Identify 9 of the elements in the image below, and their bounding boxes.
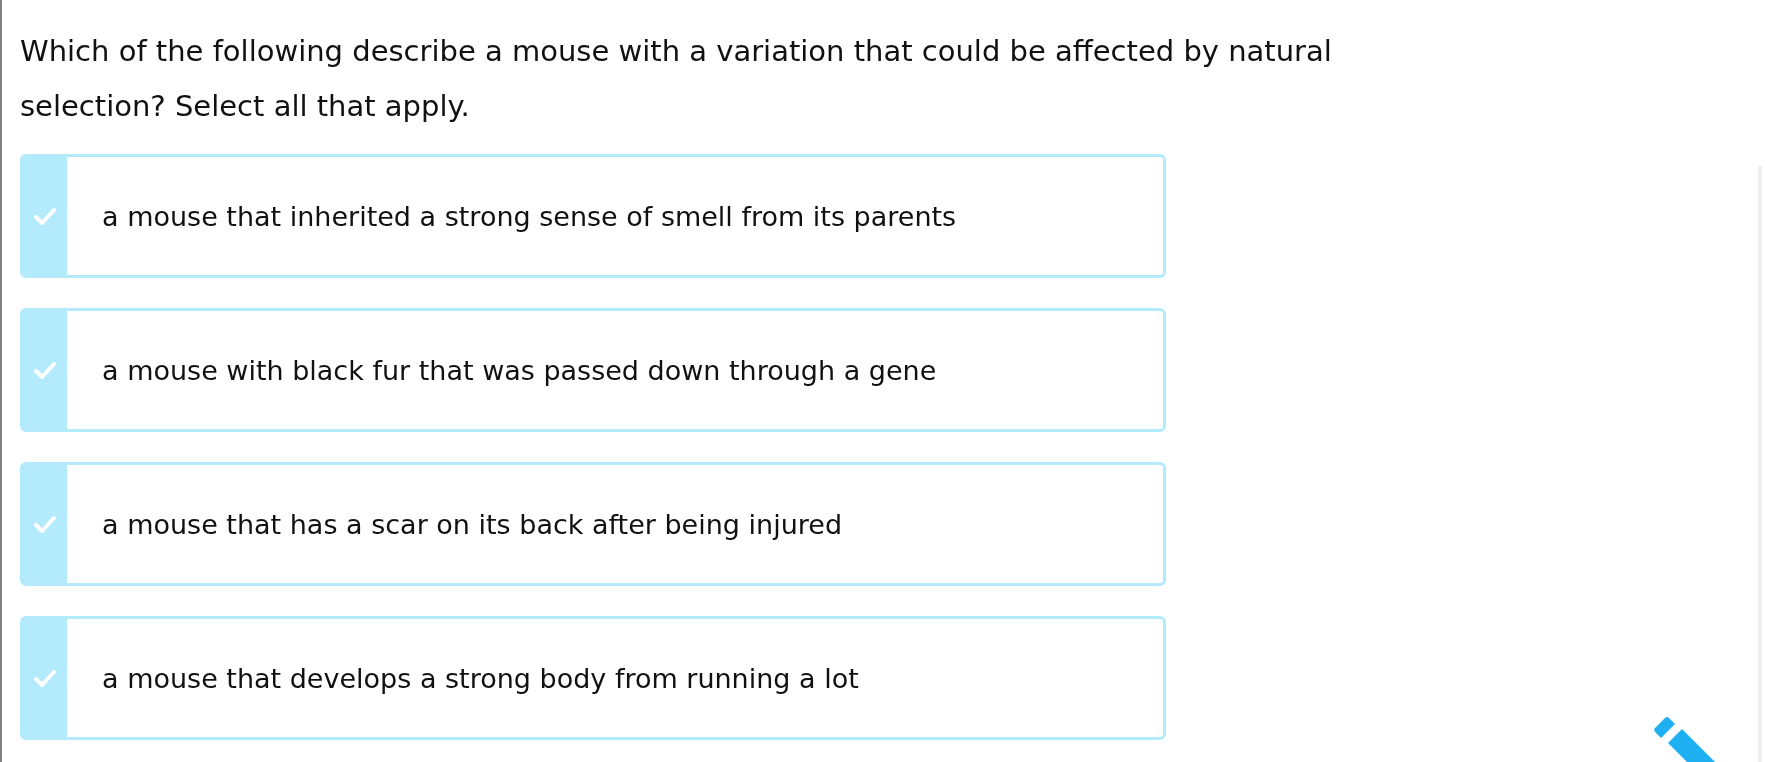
answer-option[interactable]: a mouse that has a scar on its back after being injured [20,462,1166,586]
check-icon [34,207,56,225]
answer-option[interactable]: a mouse that inherited a strong sense of smell from its parents [20,154,1166,278]
check-icon [34,669,56,687]
question-text: Which of the following describe a mouse with a variation that could be affected by natural selection? Select all that apply. [20,33,1333,125]
answer-option[interactable]: a mouse with black fur that was passed down through a gene [20,308,1166,432]
check-icon [34,361,56,379]
answer-option[interactable]: a mouse that develops a strong body from running a lot [20,616,1166,740]
check-icon [34,515,56,533]
